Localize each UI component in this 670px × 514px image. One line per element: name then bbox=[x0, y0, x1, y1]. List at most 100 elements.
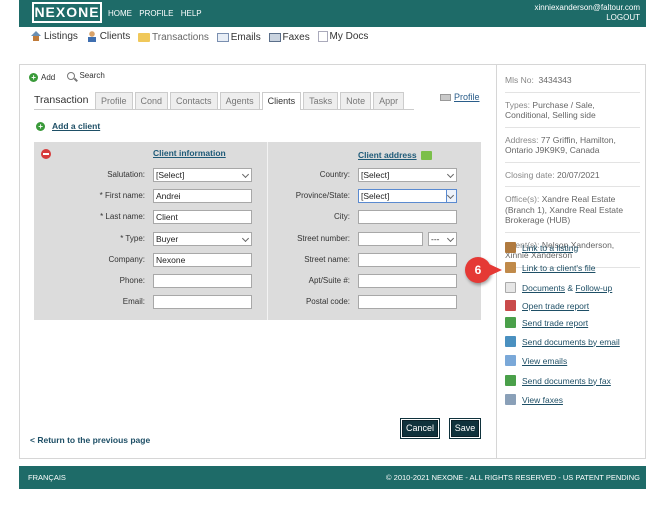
nav-my-docs[interactable]: My Docs bbox=[317, 31, 369, 42]
city-input[interactable] bbox=[358, 210, 457, 224]
salutation-label: Salutation: bbox=[107, 170, 145, 179]
dropdown-button[interactable] bbox=[446, 190, 456, 202]
documents-follow-up[interactable]: Documents & Follow-up bbox=[505, 282, 612, 293]
phone-row: Phone: bbox=[34, 274, 145, 288]
tab-clients[interactable]: Clients bbox=[261, 92, 302, 110]
type-label: * Type: bbox=[120, 234, 145, 243]
city-row: City: bbox=[269, 210, 350, 224]
search-button[interactable]: Search bbox=[67, 71, 105, 80]
type-select[interactable]: Buyer bbox=[153, 232, 252, 246]
add-client-label: Add a client bbox=[52, 121, 101, 131]
add-client-link[interactable]: + Add a client bbox=[36, 121, 100, 131]
person-icon bbox=[505, 262, 516, 273]
street-name-input[interactable] bbox=[358, 253, 457, 267]
tab-contacts[interactable]: Contacts bbox=[170, 92, 218, 109]
company-input[interactable]: Nexone bbox=[153, 253, 252, 267]
language-switch[interactable]: FRANÇAIS bbox=[28, 473, 66, 482]
first-name-input[interactable]: Andrei bbox=[153, 189, 252, 203]
nav-clients[interactable]: Clients bbox=[85, 31, 131, 42]
first-name-label: * First name: bbox=[99, 191, 145, 200]
follow-up-link[interactable]: Follow-up bbox=[575, 283, 612, 293]
add-button[interactable]: + Add bbox=[29, 72, 56, 82]
country-select[interactable]: [Select] bbox=[358, 168, 457, 182]
nav-clients-label: Clients bbox=[99, 31, 131, 42]
mail-icon bbox=[216, 33, 229, 42]
house-icon bbox=[505, 242, 516, 253]
open-trade-report[interactable]: Open trade report bbox=[505, 300, 589, 311]
street-suffix-select[interactable]: --- bbox=[428, 232, 457, 246]
send-documents-email-label: Send documents by email bbox=[522, 336, 620, 347]
toolbar: + Add Search bbox=[29, 71, 115, 82]
profile-link-label: Profile bbox=[454, 92, 480, 102]
client-info-title: Client information bbox=[153, 148, 226, 158]
tab-cond[interactable]: Cond bbox=[134, 92, 169, 109]
types-block: Types: Purchase / Sale, Conditional, Sel… bbox=[505, 100, 640, 128]
top-nav: HOME PROFILE HELP bbox=[108, 9, 207, 18]
main-panel: + Add Search Transaction Profile Cond Con… bbox=[19, 64, 646, 459]
street-number-input[interactable] bbox=[358, 232, 423, 246]
tab-appr[interactable]: Appr bbox=[373, 92, 405, 109]
email-input[interactable] bbox=[153, 295, 252, 309]
search-label: Search bbox=[79, 71, 105, 80]
edit-address-icon[interactable] bbox=[421, 151, 432, 160]
tab-profile[interactable]: Profile bbox=[95, 92, 133, 109]
send-documents-email[interactable]: Send documents by email bbox=[505, 336, 620, 347]
offices-label: Office(s): bbox=[505, 194, 540, 204]
profile-link[interactable]: Profile bbox=[440, 92, 480, 102]
nav-listings-label: Listings bbox=[44, 31, 78, 42]
nav-profile[interactable]: PROFILE bbox=[139, 9, 173, 18]
link-to-client-file[interactable]: Link to a client's file bbox=[505, 262, 595, 273]
back-link[interactable]: < Return to the previous page bbox=[30, 435, 150, 445]
open-trade-report-label: Open trade report bbox=[522, 300, 590, 311]
view-faxes[interactable]: View faxes bbox=[505, 394, 563, 405]
folder-icon bbox=[138, 33, 151, 42]
province-select[interactable]: [Select] bbox=[358, 189, 457, 203]
nav-my-docs-label: My Docs bbox=[329, 31, 369, 42]
postal-code-input[interactable] bbox=[358, 295, 457, 309]
nav-faxes[interactable]: Faxes bbox=[268, 32, 310, 43]
phone-input[interactable] bbox=[153, 274, 252, 288]
fax-icon bbox=[268, 33, 281, 42]
save-button[interactable]: Save bbox=[451, 420, 479, 437]
documents-link[interactable]: Documents bbox=[522, 283, 565, 293]
nav-faxes-label: Faxes bbox=[282, 32, 310, 43]
send-trade-report-label: Send trade report bbox=[522, 317, 589, 328]
nav-help[interactable]: HELP bbox=[181, 9, 202, 18]
tab-tasks[interactable]: Tasks bbox=[303, 92, 339, 109]
plus-icon: + bbox=[36, 121, 45, 131]
email-row: Email: bbox=[34, 295, 145, 309]
send-documents-fax[interactable]: Send documents by fax bbox=[505, 375, 611, 386]
tab-bar: Transaction Profile Cond Contacts Agents… bbox=[34, 92, 414, 110]
nav-transactions[interactable]: Transactions bbox=[138, 32, 209, 43]
person-icon bbox=[85, 31, 98, 42]
main-nav: Listings Clients Transactions Emails Fax… bbox=[30, 31, 373, 45]
link-to-client-file-label: Link to a client's file bbox=[522, 262, 596, 273]
section-title: Transaction bbox=[34, 94, 89, 106]
step-callout-badge: 6 bbox=[465, 257, 502, 283]
nav-listings[interactable]: Listings bbox=[30, 31, 78, 42]
link-to-listing[interactable]: Link to a listing bbox=[505, 242, 578, 253]
fax-icon bbox=[505, 375, 516, 386]
search-icon bbox=[67, 71, 76, 80]
last-name-input[interactable]: Client bbox=[153, 210, 252, 224]
cancel-button[interactable]: Cancel bbox=[402, 420, 438, 437]
salutation-select[interactable]: [Select] bbox=[153, 168, 252, 182]
add-label: Add bbox=[41, 72, 56, 82]
logout-link[interactable]: LOGOUT bbox=[534, 13, 640, 23]
nav-home[interactable]: HOME bbox=[108, 9, 132, 18]
link-to-listing-label: Link to a listing bbox=[522, 242, 579, 253]
nav-emails[interactable]: Emails bbox=[216, 32, 261, 43]
send-trade-report[interactable]: Send trade report bbox=[505, 317, 588, 328]
company-row: Company: bbox=[34, 253, 145, 267]
tab-note[interactable]: Note bbox=[340, 92, 372, 109]
tab-agents[interactable]: Agents bbox=[219, 92, 260, 109]
documents-joiner: & bbox=[567, 282, 574, 293]
view-emails[interactable]: View emails bbox=[505, 355, 567, 366]
logo[interactable]: NEXONE bbox=[32, 2, 102, 23]
remove-client-icon[interactable] bbox=[41, 149, 51, 159]
province-row: Province/State: bbox=[269, 189, 350, 203]
street-name-label: Street name: bbox=[304, 255, 350, 264]
apt-input[interactable] bbox=[358, 274, 457, 288]
sidebar: Mls No: 3434343 Types: Purchase / Sale, … bbox=[496, 65, 645, 458]
client-address-title: Client address bbox=[358, 150, 417, 160]
